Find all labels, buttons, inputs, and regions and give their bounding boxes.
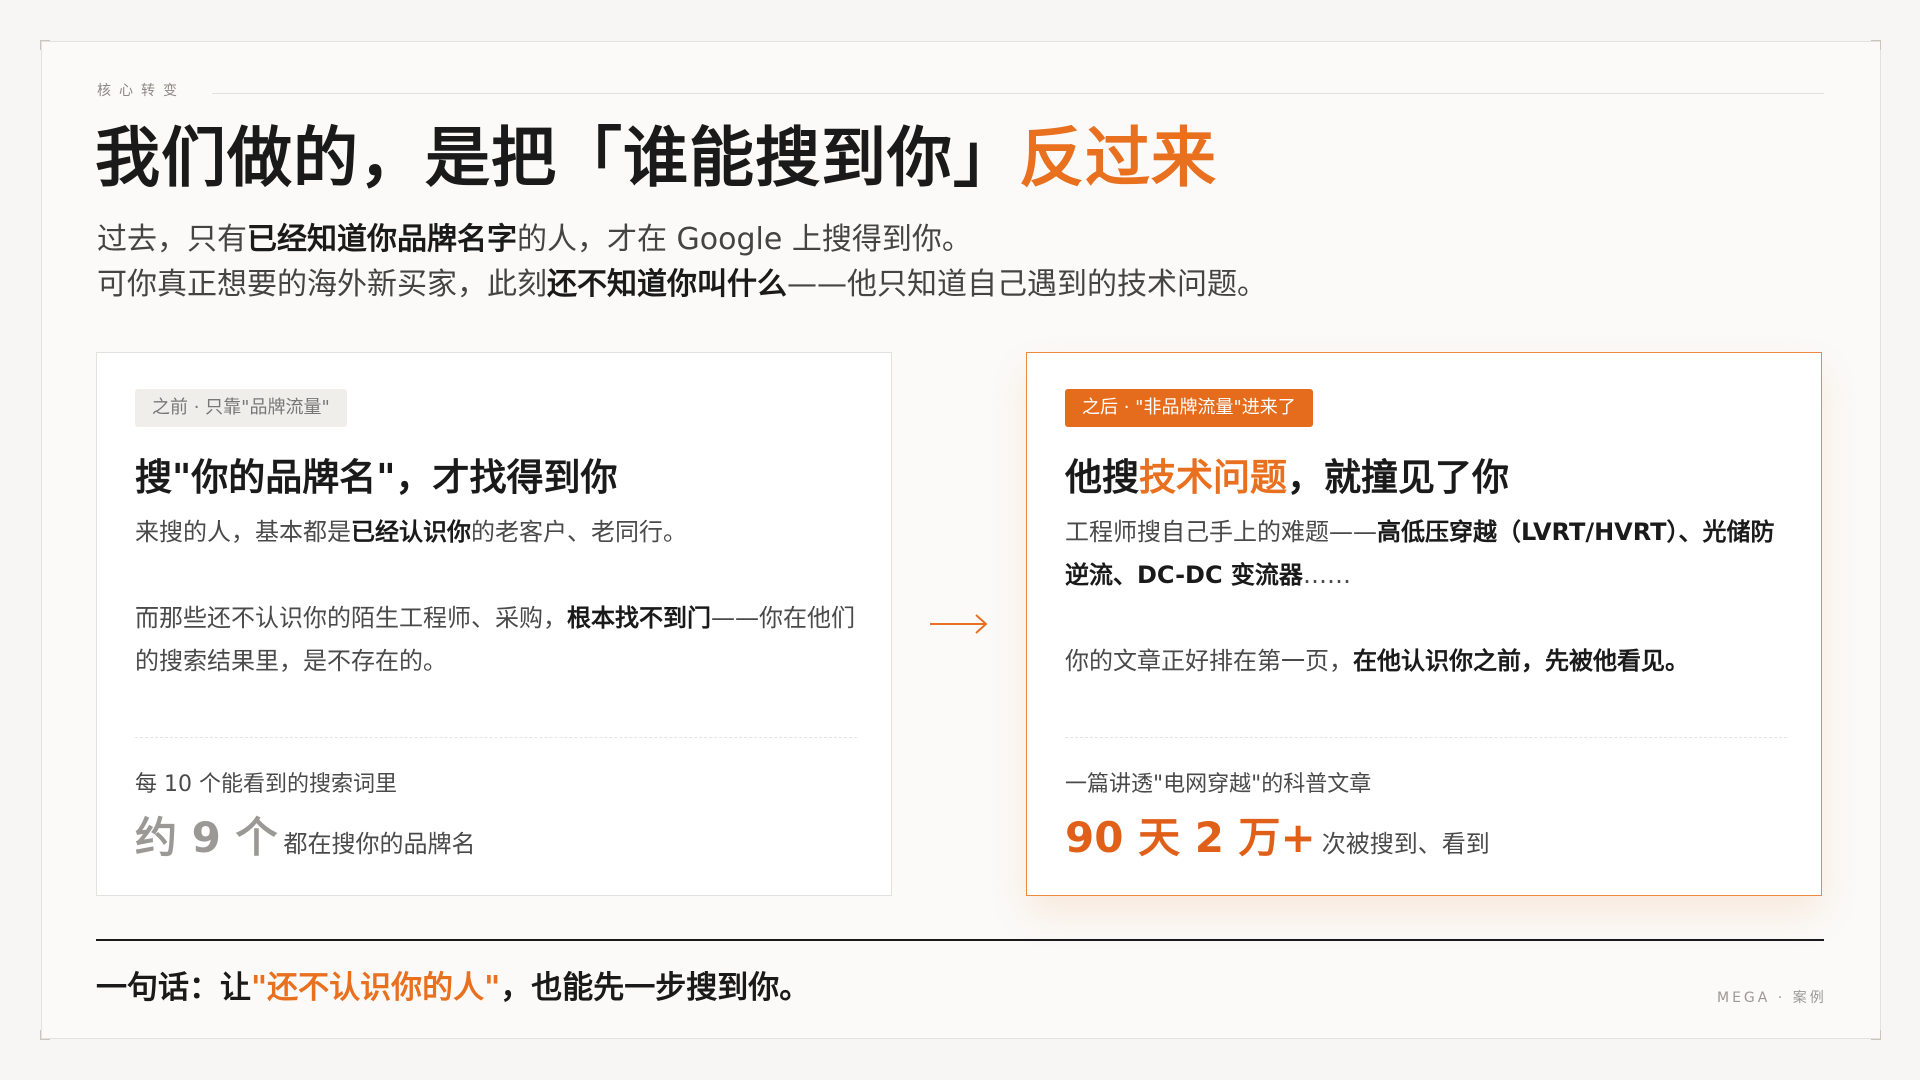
intro-text: 可你真正想要的海外新买家，此刻: [97, 267, 547, 302]
intro-line-2: 可你真正想要的海外新买家，此刻还不知道你叫什么——他只知道自己遇到的技术问题。: [97, 265, 1267, 305]
title-text: ，就撞见了你: [1287, 456, 1509, 499]
title-accent: 反过来: [1019, 121, 1218, 196]
intro-text: 的人，才在 Google 上搜得到你。: [517, 222, 972, 257]
card-divider: [135, 737, 857, 738]
before-stat: 约 9 个都在搜你的品牌名: [135, 808, 475, 874]
after-card: 之后 · "非品牌流量"进来了 他搜技术问题，就撞见了你 工程师搜自己手上的难题…: [1026, 352, 1822, 896]
body-emphasis: 已经认识你: [351, 518, 471, 546]
corner-mark: [40, 40, 50, 50]
before-stat-suffix: 都在搜你的品牌名: [283, 830, 476, 858]
body-text: ……: [1302, 561, 1351, 589]
body-emphasis: 在他认识你之前，先被他看见。: [1353, 647, 1689, 675]
after-stat-value: 90 天 2 万+: [1065, 813, 1316, 862]
summary-accent: "还不认识你的人": [251, 970, 501, 1006]
before-paragraph-2: 而那些还不认识你的陌生工程师、采购，根本找不到门——你在他们的搜索结果里，是不存…: [135, 597, 865, 683]
intro-emphasis: 已经知道你品牌名字: [247, 222, 517, 257]
before-tag: 之前 · 只靠"品牌流量": [135, 389, 347, 427]
kicker-divider: [212, 93, 1824, 94]
corner-mark: [1871, 1030, 1881, 1040]
after-paragraph-2: 你的文章正好排在第一页，在他认识你之前，先被他看见。: [1065, 640, 1795, 683]
after-stat-label: 一篇讲透"电网穿越"的科普文章: [1065, 772, 1372, 797]
after-tag: 之后 · "非品牌流量"进来了: [1065, 389, 1313, 427]
before-stat-label: 每 10 个能看到的搜索词里: [135, 772, 397, 797]
footer-brand: MEGA · 案例: [1717, 990, 1827, 1006]
arrow-right-icon: [930, 614, 988, 634]
body-emphasis: 根本找不到门: [567, 604, 711, 632]
title-text: 他搜: [1065, 456, 1139, 499]
body-text: 的老客户、老同行。: [471, 518, 687, 546]
intro-emphasis: 还不知道你叫什么: [547, 267, 787, 302]
after-title: 他搜技术问题，就撞见了你: [1065, 450, 1509, 506]
title-accent: 技术问题: [1139, 456, 1287, 499]
summary-sentence: 一句话：让"还不认识你的人"，也能先一步搜到你。: [96, 966, 810, 1010]
corner-mark: [40, 1030, 50, 1040]
card-divider: [1065, 737, 1787, 738]
intro-line-1: 过去，只有已经知道你品牌名字的人，才在 Google 上搜得到你。: [97, 220, 972, 260]
after-stat: 90 天 2 万+ 次被搜到、看到: [1065, 808, 1490, 874]
section-kicker: 核心转变: [97, 83, 185, 99]
body-text: 工程师搜自己手上的难题——: [1065, 518, 1377, 546]
intro-text: ——他只知道自己遇到的技术问题。: [787, 267, 1267, 302]
before-title: 搜"你的品牌名"，才找得到你: [135, 456, 618, 499]
body-text: 来搜的人，基本都是: [135, 518, 351, 546]
title-main: 我们做的，是把「谁能搜到你」: [95, 121, 1020, 196]
after-paragraph-1: 工程师搜自己手上的难题——高低压穿越（LVRT/HVRT）、光储防逆流、DC-D…: [1065, 511, 1795, 597]
before-card: 之前 · 只靠"品牌流量" 搜"你的品牌名"，才找得到你 来搜的人，基本都是已经…: [96, 352, 892, 896]
page-title: 我们做的，是把「谁能搜到你」反过来: [95, 118, 1217, 200]
summary-rule: [96, 939, 1824, 941]
before-paragraph-1: 来搜的人，基本都是已经认识你的老客户、老同行。: [135, 511, 865, 554]
summary-text: ，也能先一步搜到你。: [500, 970, 811, 1006]
summary-text: 一句话：让: [96, 970, 251, 1006]
before-stat-value: 约 9 个: [135, 813, 278, 862]
after-stat-suffix: 次被搜到、看到: [1321, 830, 1490, 858]
corner-mark: [1871, 40, 1881, 50]
intro-text: 过去，只有: [97, 222, 247, 257]
body-text: 而那些还不认识你的陌生工程师、采购，: [135, 604, 567, 632]
body-text: 你的文章正好排在第一页，: [1065, 647, 1353, 675]
